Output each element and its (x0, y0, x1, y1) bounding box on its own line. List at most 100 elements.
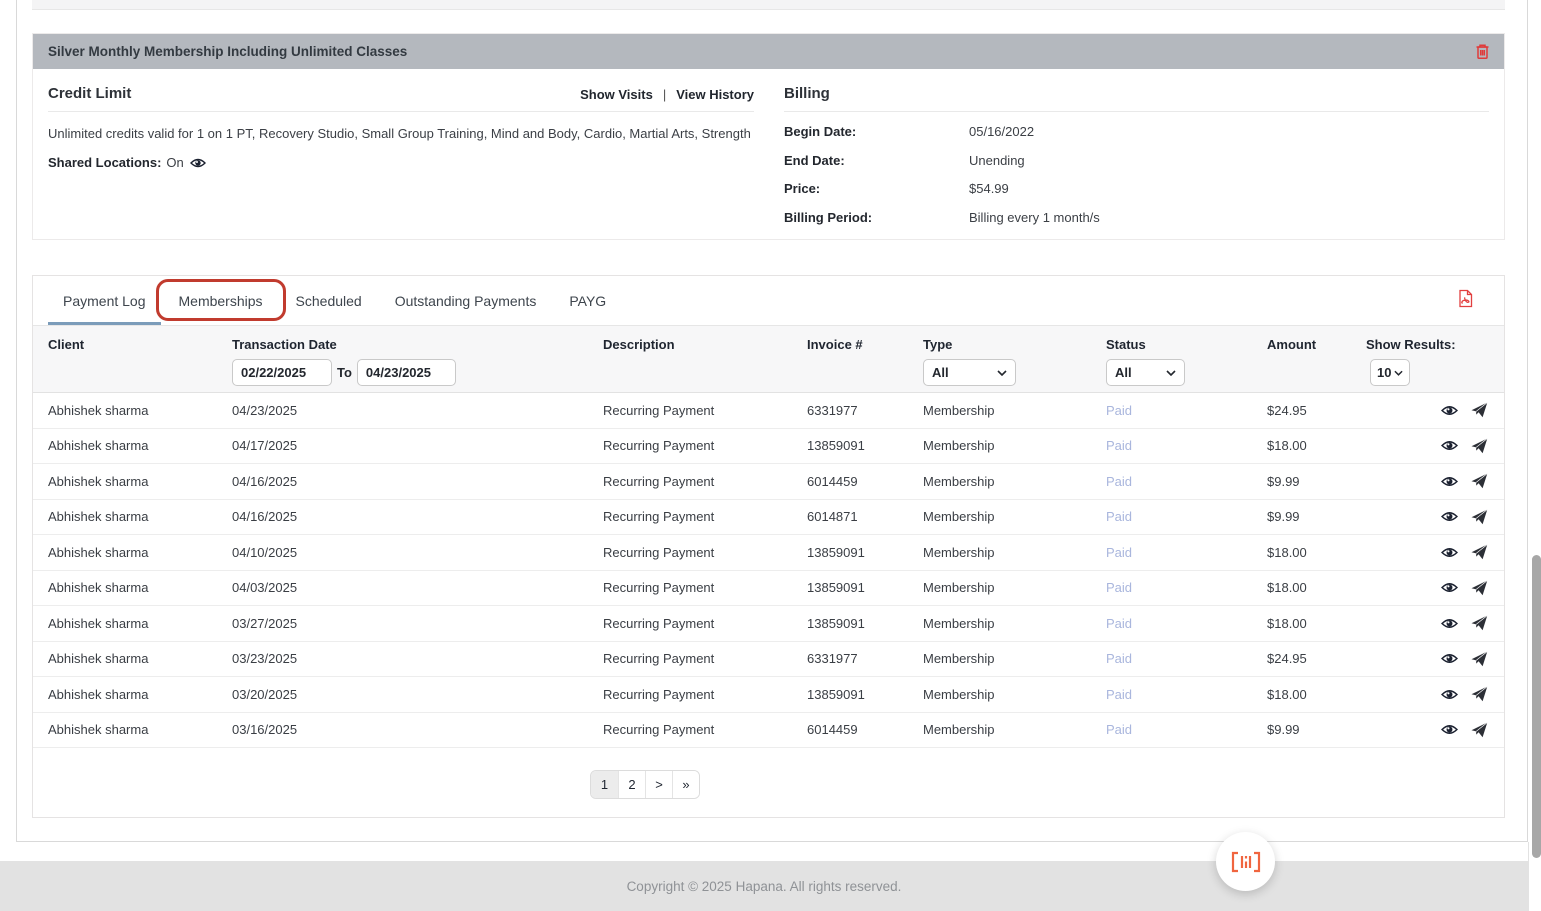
cell-transaction-date: 03/23/2025 (232, 651, 603, 666)
cell-status: Paid (1106, 545, 1267, 560)
cell-description: Recurring Payment (603, 438, 807, 453)
billing-value: Unending (969, 153, 1025, 168)
view-payment-icon[interactable] (1441, 617, 1458, 630)
footer: Copyright © 2025 Hapana. All rights rese… (0, 861, 1528, 911)
billing-row: Billing Period: Billing every 1 month/s (784, 203, 1489, 232)
cell-invoice: 6331977 (807, 651, 923, 666)
cell-transaction-date: 04/03/2025 (232, 580, 603, 595)
cell-description: Recurring Payment (603, 545, 807, 560)
send-receipt-icon[interactable] (1471, 615, 1488, 631)
view-payment-icon[interactable] (1441, 723, 1458, 736)
cell-type: Membership (923, 474, 1106, 489)
cell-invoice: 13859091 (807, 545, 923, 560)
send-receipt-icon[interactable] (1471, 438, 1488, 454)
cell-transaction-date: 04/10/2025 (232, 545, 603, 560)
column-invoice: Invoice # (807, 337, 923, 392)
cell-client: Abhishek sharma (33, 438, 232, 453)
cell-invoice: 6014459 (807, 474, 923, 489)
send-receipt-icon[interactable] (1471, 686, 1488, 702)
billing-label: Billing Period: (784, 210, 969, 225)
cell-actions (1437, 615, 1504, 631)
barcode-scan-icon (1230, 851, 1262, 873)
tab-outstanding-payments[interactable]: Outstanding Payments (380, 276, 552, 325)
billing-value: 05/16/2022 (969, 124, 1034, 139)
cell-description: Recurring Payment (603, 651, 807, 666)
cell-invoice: 6014871 (807, 509, 923, 524)
scrollbar-track[interactable] (1529, 0, 1541, 911)
view-history-link[interactable]: View History (676, 87, 754, 102)
send-receipt-icon[interactable] (1471, 722, 1488, 738)
view-payment-icon[interactable] (1441, 439, 1458, 452)
billing-row: End Date: Unending (784, 146, 1489, 175)
cell-status: Paid (1106, 474, 1267, 489)
table-row: Abhishek sharma 04/10/2025 Recurring Pay… (33, 535, 1504, 571)
cell-client: Abhishek sharma (33, 687, 232, 702)
cell-type: Membership (923, 651, 1106, 666)
cell-description: Recurring Payment (603, 616, 807, 631)
cell-actions (1437, 722, 1504, 738)
status-select[interactable]: All (1106, 359, 1185, 386)
tabs-row: Payment LogMembershipsScheduledOutstandi… (33, 276, 1504, 326)
cell-actions (1437, 544, 1504, 560)
show-results-select[interactable]: 10 (1370, 359, 1410, 386)
chevron-down-icon (1166, 370, 1176, 376)
cell-actions (1437, 473, 1504, 489)
cell-client: Abhishek sharma (33, 651, 232, 666)
pagination-button[interactable]: » (672, 771, 699, 798)
cell-transaction-date: 04/16/2025 (232, 474, 603, 489)
cell-client: Abhishek sharma (33, 545, 232, 560)
delete-membership-icon[interactable] (1475, 43, 1490, 60)
cell-client: Abhishek sharma (33, 580, 232, 595)
send-receipt-icon[interactable] (1471, 473, 1488, 489)
send-receipt-icon[interactable] (1471, 509, 1488, 525)
pagination-button[interactable]: 2 (618, 771, 645, 798)
cell-client: Abhishek sharma (33, 616, 232, 631)
cell-type: Membership (923, 722, 1106, 737)
credit-limit-section: Credit Limit Show Visits | View History … (33, 69, 784, 239)
barcode-scan-button[interactable] (1216, 832, 1275, 891)
send-receipt-icon[interactable] (1471, 651, 1488, 667)
shared-locations-value: On (166, 155, 183, 170)
table-row: Abhishek sharma 03/23/2025 Recurring Pay… (33, 642, 1504, 678)
membership-title: Silver Monthly Membership Including Unli… (48, 44, 407, 59)
date-from-input[interactable] (232, 359, 332, 386)
cell-invoice: 6331977 (807, 403, 923, 418)
send-receipt-icon[interactable] (1471, 580, 1488, 596)
shared-locations-eye-icon[interactable] (190, 157, 206, 169)
send-receipt-icon[interactable] (1471, 402, 1488, 418)
view-payment-icon[interactable] (1441, 510, 1458, 523)
column-status: Status All (1106, 337, 1267, 392)
view-payment-icon[interactable] (1441, 475, 1458, 488)
cell-status: Paid (1106, 403, 1267, 418)
view-payment-icon[interactable] (1441, 581, 1458, 594)
cell-status: Paid (1106, 509, 1267, 524)
type-select[interactable]: All (923, 359, 1016, 386)
view-payment-icon[interactable] (1441, 688, 1458, 701)
scrollbar-thumb[interactable] (1532, 555, 1541, 858)
view-payment-icon[interactable] (1441, 546, 1458, 559)
tab-payment-log[interactable]: Payment Log (48, 276, 161, 325)
tab-payg[interactable]: PAYG (554, 276, 621, 325)
date-to-input[interactable] (357, 359, 456, 386)
cell-type: Membership (923, 403, 1106, 418)
export-pdf-icon[interactable] (1457, 289, 1474, 308)
tab-scheduled[interactable]: Scheduled (281, 276, 377, 325)
cell-actions (1437, 438, 1504, 454)
column-show-results: Show Results: 10 (1366, 337, 1437, 392)
cell-description: Recurring Payment (603, 580, 807, 595)
view-payment-icon[interactable] (1441, 404, 1458, 417)
cell-transaction-date: 04/17/2025 (232, 438, 603, 453)
cell-status: Paid (1106, 616, 1267, 631)
show-visits-link[interactable]: Show Visits (580, 87, 653, 102)
cell-description: Recurring Payment (603, 474, 807, 489)
cell-status: Paid (1106, 580, 1267, 595)
pagination-button[interactable]: 1 (591, 771, 618, 798)
cell-type: Membership (923, 509, 1106, 524)
pagination-button[interactable]: > (645, 771, 672, 798)
column-type: Type All (923, 337, 1106, 392)
view-payment-icon[interactable] (1441, 652, 1458, 665)
cell-status: Paid (1106, 438, 1267, 453)
tab-memberships[interactable]: Memberships (164, 276, 278, 325)
cell-description: Recurring Payment (603, 687, 807, 702)
send-receipt-icon[interactable] (1471, 544, 1488, 560)
